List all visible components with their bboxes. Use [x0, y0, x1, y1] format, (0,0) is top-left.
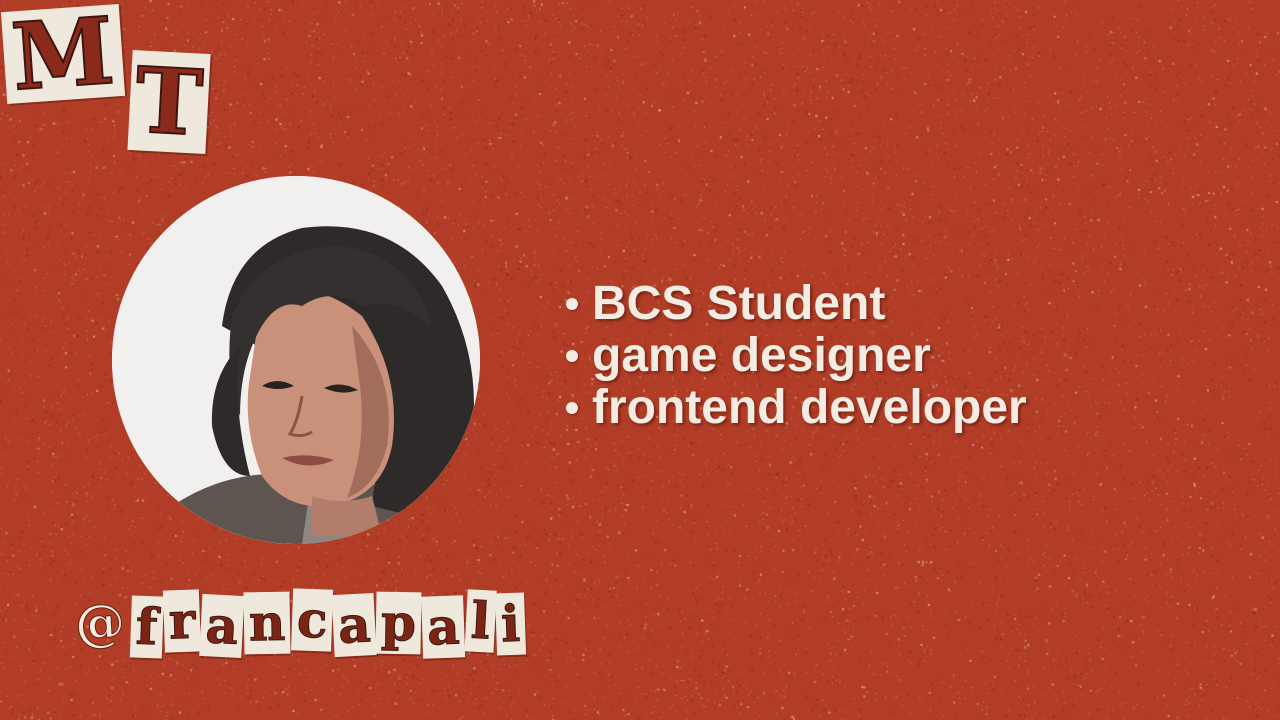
handle-char: l — [464, 589, 497, 653]
bullet-dot-icon — [566, 350, 578, 362]
handle-char: i — [494, 592, 526, 656]
list-item: game designer — [562, 330, 1027, 382]
handle-char: a — [199, 593, 245, 659]
list-item: frontend developer — [562, 382, 1027, 434]
list-item: BCS Student — [562, 278, 1027, 330]
handle-char: f — [129, 595, 164, 659]
handle-char: p — [375, 591, 422, 655]
avatar — [112, 176, 480, 544]
bullet-dot-icon — [566, 402, 578, 414]
bio-item-label: game designer — [592, 329, 931, 382]
logo-letter-m: M — [0, 0, 126, 112]
handle-char: c — [290, 588, 334, 652]
bio-list: BCS Student game designer frontend devel… — [562, 278, 1027, 434]
bio-item-label: frontend developer — [592, 381, 1027, 434]
social-handle: @ f r a n c a p a l i — [70, 588, 526, 659]
bio-item-label: BCS Student — [592, 277, 886, 330]
profile-photo-icon — [112, 176, 480, 544]
handle-char: r — [162, 589, 201, 653]
logo-letter-t: T — [127, 46, 211, 158]
bullet-dot-icon — [566, 298, 578, 310]
handle-char: n — [243, 591, 292, 655]
handle-char: a — [421, 595, 467, 659]
handle-char: a — [331, 592, 378, 658]
mt-logo: M T — [0, 0, 230, 160]
handle-char: @ — [73, 591, 127, 654]
